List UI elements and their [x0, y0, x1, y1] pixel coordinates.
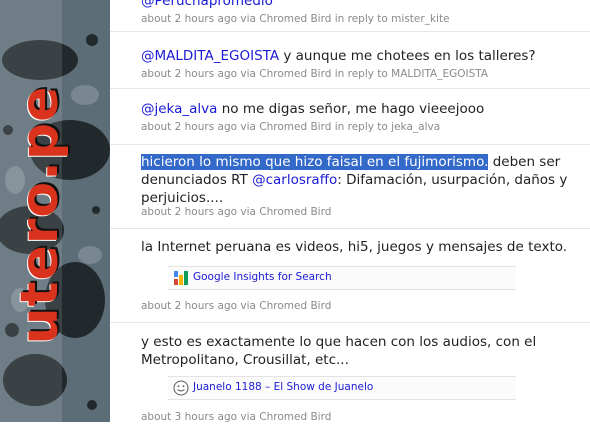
tweet-meta[interactable]: about 3 hours ago via Chromed Bird [141, 411, 331, 423]
tweet-meta[interactable]: about 2 hours ago via Chromed Bird [141, 206, 331, 218]
tweet-meta[interactable]: about 2 hours ago via Chromed Bird in re… [141, 68, 488, 80]
google-insights-icon [174, 271, 188, 285]
tweet-meta[interactable]: about 2 hours ago via Chromed Bird in re… [141, 13, 450, 25]
mention-link[interactable]: @carlosraffo [252, 172, 337, 188]
tweet-item: @MALDITA_EGOISTA y aunque me chotees en … [110, 31, 590, 89]
smiley-icon [173, 380, 189, 396]
mention-link[interactable]: @MALDITA_EGOISTA [141, 48, 279, 64]
sidebar-banner: utero.pe [0, 0, 110, 422]
tweet-item: y esto es exactamente lo que hacen con l… [110, 322, 590, 432]
tweet-item: la Internet peruana es videos, hi5, jueg… [110, 228, 590, 323]
link-preview[interactable]: Juanelo 1188 – El Show de Juanelo [168, 376, 516, 400]
tweet-item: @Peruchapromedio about 2 hours ago via C… [110, 0, 590, 32]
mention-link[interactable]: @Peruchapromedio [141, 0, 273, 9]
tweet-text: la Internet peruana es videos, hi5, jueg… [141, 239, 568, 255]
tweet-item: @jeka_alva no me digas señor, me hago vi… [110, 88, 590, 145]
tweet-meta[interactable]: about 2 hours ago via Chromed Bird [141, 300, 331, 312]
tweet-text: @MALDITA_EGOISTA y aunque me chotees en … [141, 48, 536, 64]
tweet-item: hicieron lo mismo que hizo faisal en el … [110, 144, 590, 229]
mention-link[interactable]: @jeka_alva [141, 101, 217, 117]
tweet-meta[interactable]: about 2 hours ago via Chromed Bird in re… [141, 121, 440, 133]
link-preview-title[interactable]: Juanelo 1188 – El Show de Juanelo [193, 381, 373, 393]
link-preview-title[interactable]: Google Insights for Search [193, 271, 332, 283]
tweet-feed: @Peruchapromedio about 2 hours ago via C… [110, 0, 590, 423]
tweet-text: @jeka_alva no me digas señor, me hago vi… [141, 101, 485, 117]
link-preview[interactable]: Google Insights for Search [168, 266, 516, 290]
logo-text: utero.pe [10, 85, 70, 345]
selected-text: hicieron lo mismo que hizo faisal en el … [141, 154, 489, 170]
tweet-text: y esto es exactamente lo que hacen con l… [141, 334, 537, 368]
tweet-text: hicieron lo mismo que hizo faisal en el … [141, 154, 568, 206]
tweet-text: @Peruchapromedio [141, 0, 580, 10]
